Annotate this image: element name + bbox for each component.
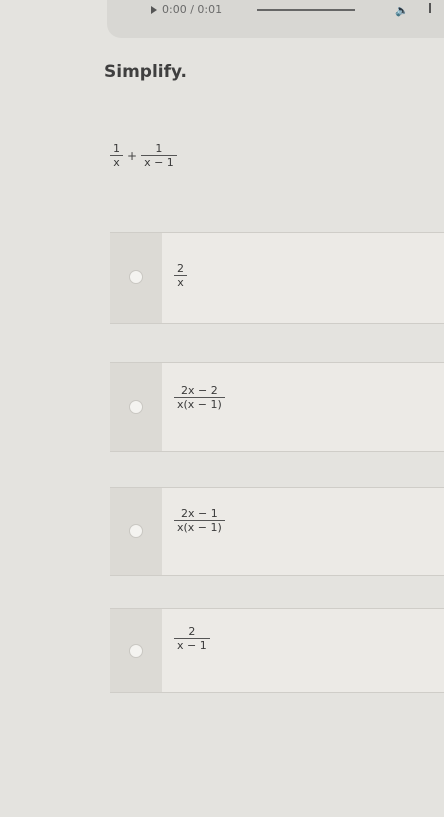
denominator: x <box>110 155 123 169</box>
fraction-term-2: 1 x − 1 <box>141 142 177 169</box>
radio-cell <box>110 233 162 323</box>
play-icon[interactable] <box>151 6 157 14</box>
volume-icon[interactable]: 🔈 <box>395 4 409 17</box>
radio-button-d[interactable] <box>129 644 143 658</box>
radio-cell <box>110 609 162 692</box>
radio-button-c[interactable] <box>129 524 143 538</box>
numerator: 2x − 1 <box>181 507 218 520</box>
option-a-fraction: 2 x <box>174 262 187 289</box>
audio-player: 0:00 / 0:01 🔈 <box>107 0 444 38</box>
option-c-fraction: 2x − 1 x(x − 1) <box>174 507 225 534</box>
numerator: 1 <box>113 142 120 155</box>
fraction-term-1: 1 x <box>110 142 123 169</box>
answer-option-b[interactable]: 2x − 2 x(x − 1) <box>110 362 444 452</box>
option-d-fraction: 2 x − 1 <box>174 625 210 652</box>
audio-progress-bar[interactable] <box>257 9 355 11</box>
plus-operator: + <box>127 149 138 164</box>
problem-expression: 1 x + 1 x − 1 <box>110 142 177 169</box>
audio-time: 0:00 / 0:01 <box>162 3 223 16</box>
radio-cell <box>110 488 162 575</box>
denominator: x − 1 <box>141 155 177 169</box>
denominator: x − 1 <box>174 638 210 652</box>
denominator: x <box>174 275 187 289</box>
numerator: 2 <box>188 625 196 638</box>
answer-option-c[interactable]: 2x − 1 x(x − 1) <box>110 487 444 576</box>
denominator: x(x − 1) <box>174 520 225 534</box>
option-b-fraction: 2x − 2 x(x − 1) <box>174 384 225 411</box>
radio-button-a[interactable] <box>129 270 143 284</box>
answer-option-a[interactable]: 2 x <box>110 232 444 324</box>
answer-option-d[interactable]: 2 x − 1 <box>110 608 444 693</box>
denominator: x(x − 1) <box>174 397 225 411</box>
numerator: 1 <box>155 142 163 155</box>
more-options-icon[interactable] <box>429 3 431 13</box>
question-instruction: Simplify. <box>104 62 187 82</box>
radio-button-b[interactable] <box>129 400 143 414</box>
radio-cell <box>110 363 162 451</box>
numerator: 2x − 2 <box>181 384 218 397</box>
numerator: 2 <box>177 262 184 275</box>
